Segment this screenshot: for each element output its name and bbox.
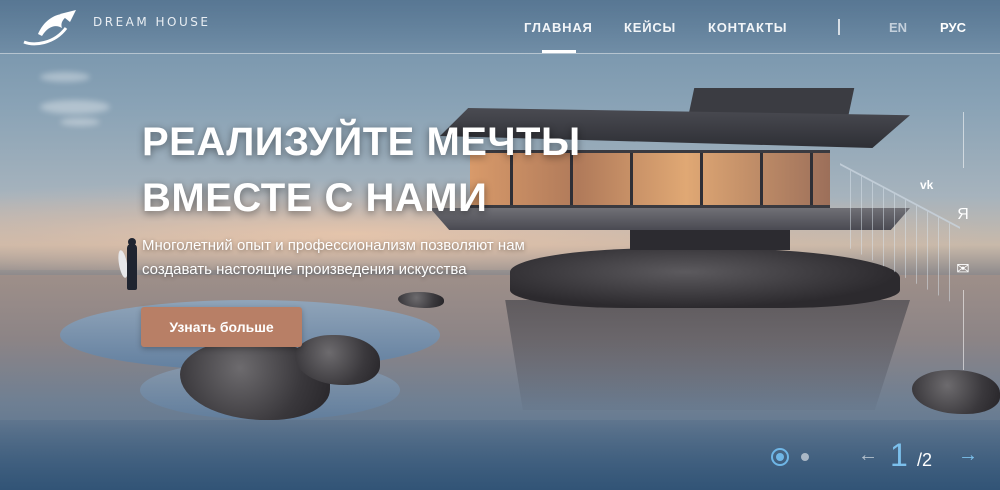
slide-dot[interactable] (801, 453, 809, 461)
hero-subtitle: Многолетний опыт и профессионализм позво… (142, 237, 525, 278)
house-pillar (630, 230, 790, 250)
cloud (40, 100, 110, 114)
cloud (60, 118, 100, 126)
arrow-left-icon[interactable]: ← (858, 444, 878, 467)
nav-item-contacts[interactable]: КОНТАКТЫ (708, 20, 787, 35)
wave-logo-icon[interactable] (20, 6, 80, 48)
nav-item-cases[interactable]: КЕЙСЫ (624, 20, 676, 35)
side-divider (963, 112, 964, 168)
slide-dot-active[interactable] (771, 448, 789, 466)
cloud (40, 72, 90, 82)
arrow-right-icon[interactable]: → (958, 444, 978, 467)
water-foreground (0, 420, 1000, 490)
surfer (127, 244, 137, 290)
side-divider (963, 290, 964, 370)
nav-active-indicator (542, 50, 576, 53)
brand-name[interactable]: DREAM HOUSE (93, 15, 211, 29)
nav-item-home[interactable]: ГЛАВНАЯ (524, 20, 593, 35)
lang-en[interactable]: EN (889, 20, 907, 35)
lang-ru[interactable]: РУС (940, 20, 966, 35)
hero-title-line2: ВМЕСТЕ С НАМИ (142, 176, 488, 220)
hero-title-line1: РЕАЛИЗУЙТЕ МЕЧТЫ (142, 120, 581, 164)
hero-title: РЕАЛИЗУЙТЕ МЕЧТЫ ВМЕСТЕ С НАМИ (142, 114, 662, 226)
page-current: 1 (890, 437, 908, 473)
house-reflection (505, 300, 910, 410)
mail-icon[interactable]: ✉ (952, 259, 974, 279)
vk-icon[interactable]: vk (918, 175, 948, 193)
site-header: DREAM HOUSE ГЛАВНАЯ КЕЙСЫ КОНТАКТЫ EN РУ… (0, 0, 1000, 54)
page-total: /2 (917, 450, 933, 470)
yandex-icon[interactable]: Я (952, 206, 974, 224)
svg-text:vk: vk (920, 178, 934, 192)
nav-divider (838, 19, 840, 35)
learn-more-button[interactable]: Узнать больше (141, 307, 302, 347)
